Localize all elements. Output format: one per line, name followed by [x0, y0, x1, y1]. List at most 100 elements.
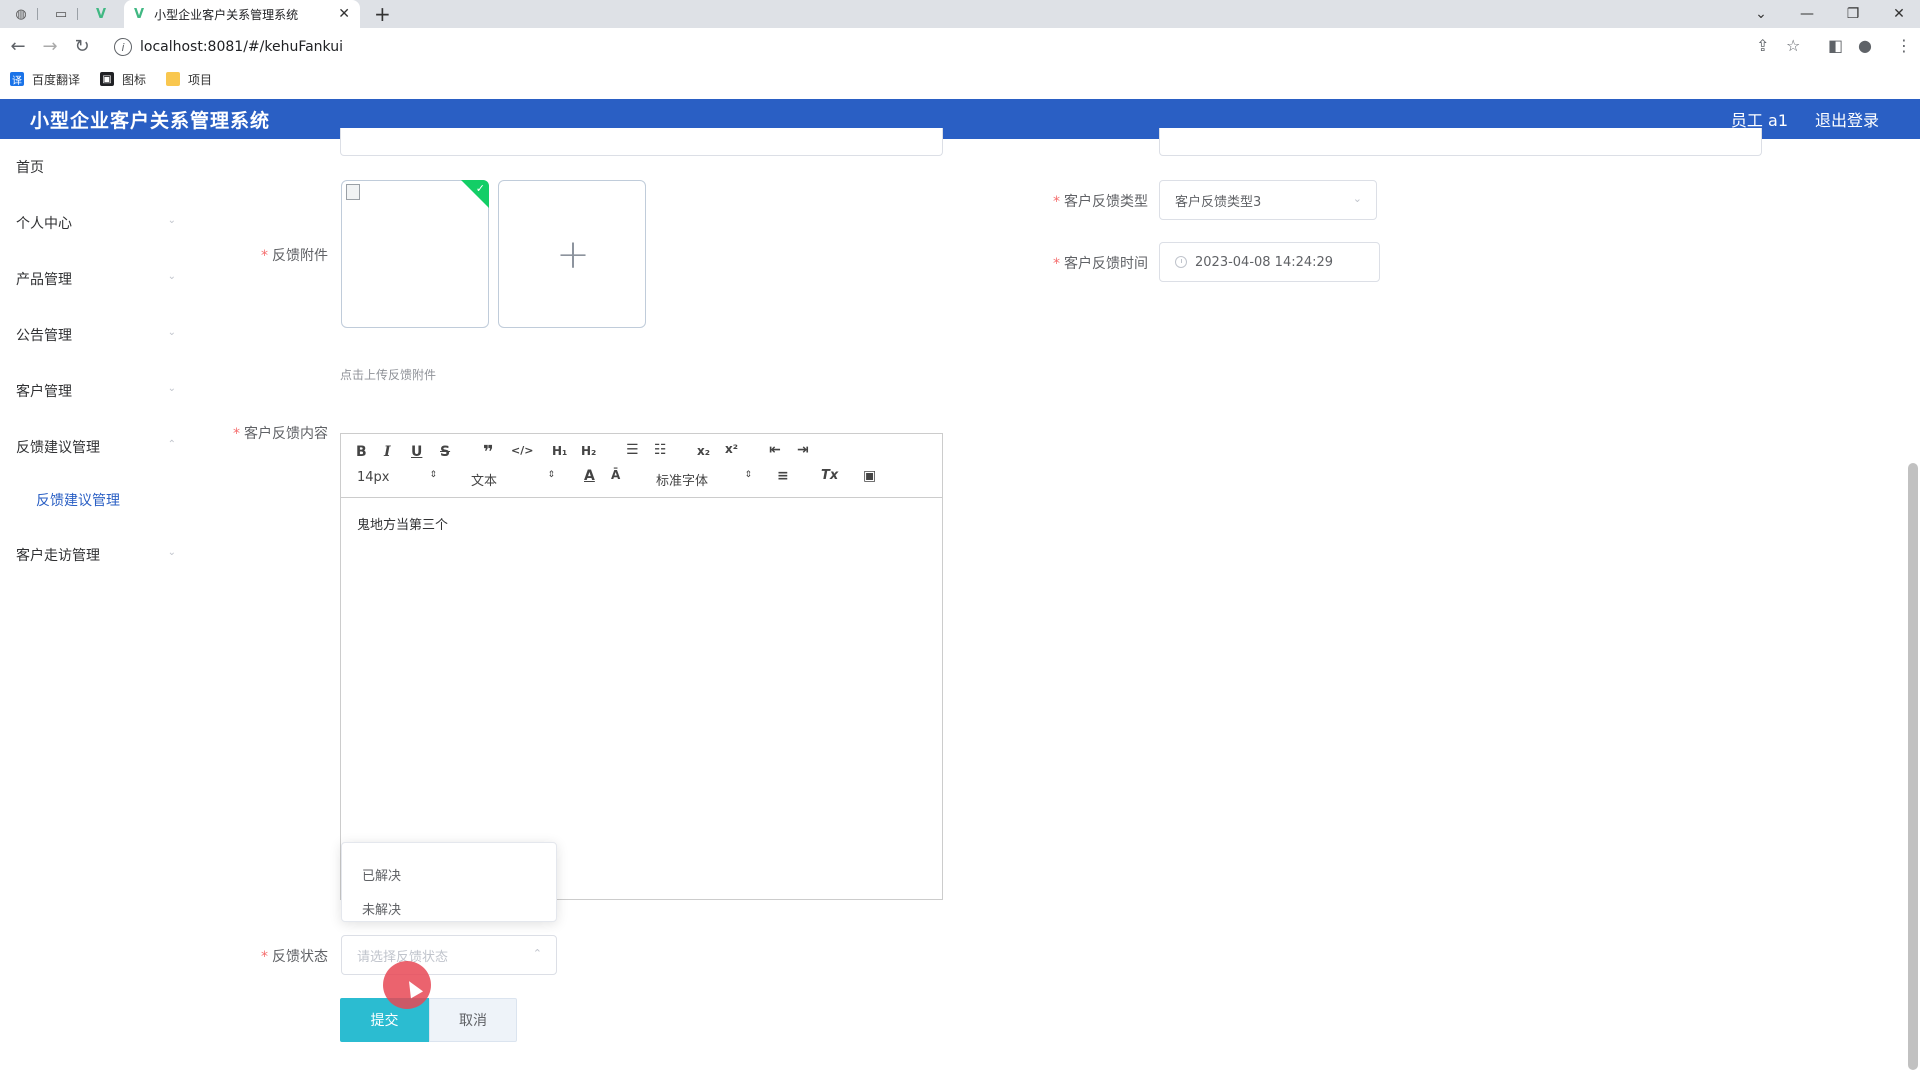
block-type-select[interactable]: 文本 ⇕	[471, 470, 555, 489]
attachment-hint: 点击上传反馈附件	[340, 368, 437, 382]
restore-icon[interactable]: ❐	[1830, 0, 1876, 28]
chevron-down-icon: ⌄	[167, 327, 176, 338]
share-icon[interactable]: ⇪	[1756, 36, 1769, 55]
tab-title: 小型企业客户关系管理系统	[154, 7, 299, 22]
sidebar-item-customers[interactable]: 客户管理 ⌄	[16, 381, 176, 401]
new-tab-button[interactable]: +	[374, 2, 391, 26]
page-scrollbar[interactable]	[1908, 463, 1918, 1070]
feedback-title-field[interactable]	[1159, 128, 1762, 156]
active-tab[interactable]: V 小型企业客户关系管理系统 ✕	[124, 0, 360, 28]
close-icon[interactable]: ✕	[338, 6, 350, 22]
status-label: * 反馈状态	[261, 949, 328, 965]
clock-icon	[1175, 256, 1187, 268]
chevron-down-icon: ⌄	[167, 271, 176, 282]
feedback-time-picker[interactable]: 2023-04-08 14:24:29	[1159, 242, 1380, 282]
menu-kebab-icon[interactable]: ⋮	[1896, 36, 1912, 55]
status-option-unresolved[interactable]: 未解决	[362, 899, 401, 918]
plus-icon: +	[556, 232, 590, 278]
h1-icon[interactable]: H₁	[552, 444, 567, 458]
window-close-icon[interactable]: ✕	[1876, 0, 1920, 28]
bookmark-project[interactable]: 项目	[166, 71, 212, 88]
bookmark-label: 图标	[122, 72, 147, 87]
sidebar-item-profile[interactable]: 个人中心 ⌄	[16, 213, 176, 233]
forward-icon[interactable]: →	[38, 36, 62, 57]
status-dropdown: 已解决 未解决	[341, 842, 557, 922]
feedback-number-field[interactable]	[340, 128, 943, 156]
chevron-down-icon: ⌄	[167, 383, 176, 394]
url-field[interactable]: i localhost:8081/#/kehuFankui	[106, 32, 1906, 62]
app-title: 小型企业客户关系管理系统	[30, 109, 271, 132]
bookmark-label: 百度翻译	[32, 72, 81, 87]
ordered-list-icon[interactable]: ☰	[626, 442, 639, 458]
bullet-list-icon[interactable]: ☷	[654, 442, 667, 458]
editor-text[interactable]: 鬼地方当第三个	[357, 514, 448, 533]
feedback-type-select[interactable]: 客户反馈类型3 ⌄	[1159, 180, 1377, 220]
font-size-select[interactable]: 14px ⇕	[357, 470, 437, 485]
pinned-tab[interactable]: V	[84, 0, 118, 28]
content-label: * 客户反馈内容	[233, 426, 328, 442]
bold-icon[interactable]: B	[356, 444, 367, 460]
updown-icon: ⇕	[744, 470, 752, 480]
info-icon[interactable]: i	[114, 38, 132, 56]
sidebar-item-label: 客户走访管理	[16, 548, 100, 564]
vue-icon: V	[95, 6, 107, 22]
strike-icon[interactable]: S	[440, 444, 450, 460]
superscript-icon[interactable]: x²	[725, 442, 738, 456]
sidebar-item-home[interactable]: 首页	[16, 157, 176, 177]
bookmark-baidu-translate[interactable]: 译 百度翻译	[10, 71, 80, 88]
tab-search-icon[interactable]: ⌄	[1738, 0, 1784, 28]
clear-format-icon[interactable]: Tx	[821, 468, 838, 483]
back-icon[interactable]: ←	[6, 36, 30, 57]
reload-icon[interactable]: ↻	[70, 36, 94, 57]
star-icon[interactable]: ☆	[1786, 36, 1800, 55]
time-label: * 客户反馈时间	[1053, 256, 1148, 272]
address-bar: ← → ↻ i localhost:8081/#/kehuFankui	[0, 28, 1920, 66]
underline-icon[interactable]: U	[411, 444, 422, 460]
sidebar-item-label: 产品管理	[16, 272, 72, 288]
selected-value: 客户反馈类型3	[1175, 194, 1262, 210]
font-family-select[interactable]: 标准字体 ⇕	[656, 470, 752, 489]
pinned-tab[interactable]: ◍	[4, 0, 38, 28]
attachment-label: * 反馈附件	[261, 248, 328, 264]
chevron-down-icon: ⌄	[1352, 192, 1362, 205]
sidebar-item-visits[interactable]: 客户走访管理 ⌄	[16, 545, 176, 565]
bookmark-label: 项目	[188, 72, 213, 87]
code-icon[interactable]: </>	[511, 444, 533, 457]
sidepanel-icon[interactable]: ◧	[1828, 36, 1843, 55]
italic-icon[interactable]: I	[384, 444, 391, 460]
uploaded-file-card[interactable]: ✓	[341, 180, 489, 328]
h2-icon[interactable]: H₂	[581, 444, 596, 458]
bookmark-icons[interactable]: ▣ 图标	[100, 71, 146, 88]
chevron-down-icon: ⌄	[167, 547, 176, 558]
profile-icon[interactable]: ●	[1858, 36, 1872, 55]
sidebar-item-label: 客户管理	[16, 384, 72, 400]
background-color-icon[interactable]: Ā	[611, 468, 620, 482]
image-insert-icon[interactable]: ▣	[863, 468, 876, 484]
sidebar-item-notices[interactable]: 公告管理 ⌄	[16, 325, 176, 345]
cancel-button[interactable]: 取消	[429, 998, 517, 1042]
outdent-icon[interactable]: ⇤	[769, 442, 781, 458]
rich-text-editor[interactable]: B I U S ❞ </> H₁ H₂ ☰ ☷ x₂ x² ⇤ ⇥ 14px ⇕ …	[340, 433, 943, 900]
vue-icon: V	[134, 6, 145, 22]
bookmarks-bar: 译 百度翻译 ▣ 图标 项目	[0, 66, 1920, 92]
updown-icon: ⇕	[429, 470, 437, 480]
sidebar-item-products[interactable]: 产品管理 ⌄	[16, 269, 176, 289]
sidebar-item-feedback[interactable]: 反馈建议管理 ⌃	[16, 437, 176, 457]
pinned-tab[interactable]: ▭	[44, 0, 78, 28]
indent-icon[interactable]: ⇥	[797, 442, 809, 458]
translate-icon: 译	[10, 72, 24, 87]
sidebar-subitem-feedback[interactable]: 反馈建议管理	[36, 490, 120, 510]
align-icon[interactable]: ≡	[777, 468, 789, 484]
check-icon: ✓	[475, 182, 485, 195]
upload-trigger[interactable]: +	[498, 180, 646, 328]
subscript-icon[interactable]: x₂	[697, 444, 710, 458]
status-select[interactable]: 请选择反馈状态 ⌃	[341, 935, 557, 975]
browser-tab-bar: ◍ ▭ V V 小型企业客户关系管理系统 ✕ + ⌄ — ❐ ✕	[0, 0, 1920, 28]
logout-link[interactable]: 退出登录	[1815, 107, 1879, 131]
status-option-resolved[interactable]: 已解决	[362, 865, 401, 884]
updown-icon: ⇕	[547, 470, 555, 480]
text-color-icon[interactable]: A	[584, 468, 595, 484]
blockquote-icon[interactable]: ❞	[483, 442, 494, 463]
minimize-icon[interactable]: —	[1784, 0, 1830, 28]
folder-icon	[166, 72, 181, 86]
